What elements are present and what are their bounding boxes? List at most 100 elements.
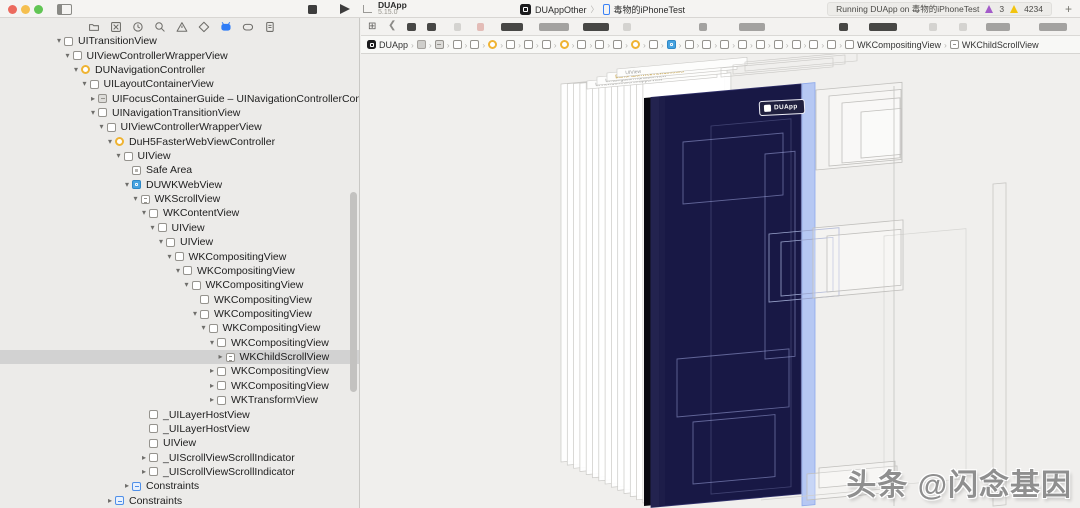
jump-bar-item[interactable]: WKCompositingView xyxy=(845,40,941,50)
tree-row[interactable]: ▸ Constraints xyxy=(0,494,359,508)
back-chevron-icon[interactable]: ❮ xyxy=(388,20,396,31)
jump-bar-item[interactable] xyxy=(577,40,587,49)
disclosure-chevron[interactable]: ▸ xyxy=(216,350,226,364)
disclosure-chevron[interactable]: ▸ xyxy=(105,494,115,508)
disclosure-chevron[interactable]: ▸ xyxy=(207,379,217,393)
tree-row[interactable]: ▾ WKCompositingView xyxy=(0,336,359,350)
disclosure-chevron[interactable]: ▾ xyxy=(80,77,90,91)
tree-row[interactable]: ▾ WKScrollView xyxy=(0,192,359,206)
close-window-button[interactable] xyxy=(8,4,17,14)
tree-row[interactable]: ▾ UIView xyxy=(0,221,359,235)
jump-bar-item[interactable] xyxy=(470,40,480,49)
debug-toolbar-button[interactable] xyxy=(1039,23,1067,31)
jump-bar-item[interactable]: WKChildScrollView xyxy=(949,40,1039,50)
jump-bar-item[interactable] xyxy=(755,40,765,49)
jump-bar-item[interactable] xyxy=(630,40,640,49)
tests-navigator-icon[interactable] xyxy=(198,20,210,33)
tree-row[interactable]: ▾ WKCompositingView xyxy=(0,307,359,321)
tree-row[interactable]: ▾ DuH5FasterWebViewController xyxy=(0,135,359,149)
debug-toolbar-button[interactable] xyxy=(539,23,569,31)
debug-toolbar-button[interactable] xyxy=(869,23,897,31)
disclosure-chevron[interactable]: ▾ xyxy=(182,278,192,292)
activity-viewer[interactable]: Running DUApp on 毒物的iPhoneTest 3 4234 xyxy=(827,2,1052,16)
jump-bar-item[interactable] xyxy=(791,40,801,49)
run-destination-selector[interactable]: DUAppOther 〉 毒物的iPhoneTest xyxy=(520,3,685,16)
disclosure-chevron[interactable]: ▾ xyxy=(165,250,175,264)
tree-row[interactable]: ▸ UIFocusContainerGuide – UINavigationCon… xyxy=(0,91,359,105)
debug-toolbar-button[interactable] xyxy=(929,23,937,31)
disclosure-chevron[interactable]: ▾ xyxy=(122,178,132,192)
jump-bar-item[interactable] xyxy=(702,40,712,49)
project-navigator-icon[interactable] xyxy=(88,20,100,32)
tree-row[interactable]: ▸ WKChildScrollView xyxy=(0,349,359,365)
disclosure-chevron[interactable]: ▾ xyxy=(97,120,107,134)
jump-bar-item[interactable] xyxy=(613,40,623,49)
debug-toolbar-button[interactable] xyxy=(477,23,484,31)
disclosure-chevron[interactable]: ▾ xyxy=(139,206,149,220)
grid-view-icon[interactable]: ⊞ xyxy=(368,21,376,33)
jump-bar-item[interactable] xyxy=(434,40,444,49)
disclosure-chevron[interactable]: ▸ xyxy=(122,479,132,493)
tree-row[interactable]: ▾ UIViewControllerWrapperView xyxy=(0,120,359,134)
changes-navigator-icon[interactable] xyxy=(110,20,122,32)
tree-row[interactable]: Safe Area xyxy=(0,163,359,177)
tree-row[interactable]: ▸ WKCompositingView xyxy=(0,364,359,378)
issues-navigator-icon[interactable] xyxy=(176,20,188,32)
tree-row[interactable]: ▾ DUNavigationController xyxy=(0,63,359,77)
jump-bar-item[interactable]: DUApp xyxy=(367,40,408,50)
scheme-selector[interactable]: DUApp 5.15.0 xyxy=(378,1,407,17)
disclosure-chevron[interactable]: ▾ xyxy=(156,235,166,249)
add-button[interactable]: + xyxy=(1065,2,1072,16)
symbols-navigator-icon[interactable] xyxy=(132,20,144,32)
debug-navigator-icon[interactable] xyxy=(220,20,232,32)
tree-row[interactable]: ▸ _UIScrollViewScrollIndicator xyxy=(0,450,359,464)
debug-toolbar-button[interactable] xyxy=(427,23,436,31)
tree-row[interactable]: _UILayerHostView xyxy=(0,407,359,421)
tree-row[interactable]: WKCompositingView xyxy=(0,292,359,306)
run-button[interactable] xyxy=(340,3,350,14)
jump-bar-item[interactable] xyxy=(809,40,819,49)
disclosure-chevron[interactable]: ▾ xyxy=(173,264,183,278)
tree-row[interactable]: ▾ UIViewControllerWrapperView xyxy=(0,48,359,62)
debug-toolbar-button[interactable] xyxy=(959,23,967,31)
jump-bar-item[interactable] xyxy=(416,40,426,49)
debug-toolbar-button[interactable] xyxy=(699,23,707,31)
tree-row[interactable]: ▸ Constraints xyxy=(0,479,359,493)
disclosure-chevron[interactable]: ▾ xyxy=(190,307,200,321)
tree-row[interactable]: ▾ UILayoutContainerView xyxy=(0,77,359,91)
breakpoints-navigator-icon[interactable] xyxy=(242,20,254,32)
tree-row[interactable]: ▾ UITransitionView xyxy=(0,34,359,48)
disclosure-chevron[interactable]: ▾ xyxy=(207,336,217,350)
tree-row[interactable]: ▾ WKCompositingView xyxy=(0,264,359,278)
disclosure-chevron[interactable]: ▾ xyxy=(199,321,209,335)
3d-hierarchy-canvas[interactable]: UIViewControllerWrapperViewUINavigationT… xyxy=(361,54,1080,508)
disclosure-chevron[interactable]: ▾ xyxy=(71,63,81,77)
tree-row[interactable]: ▾ WKContentView xyxy=(0,206,359,220)
tree-row[interactable]: ▾ UINavigationTransitionView xyxy=(0,106,359,120)
debug-toolbar-button[interactable] xyxy=(623,23,631,31)
jump-bar-item[interactable] xyxy=(684,40,694,49)
tree-row[interactable]: UIView xyxy=(0,436,359,450)
disclosure-chevron[interactable]: ▸ xyxy=(88,92,98,106)
debug-toolbar-button[interactable] xyxy=(986,23,1010,31)
jump-bar-item[interactable] xyxy=(559,40,569,49)
reports-navigator-icon[interactable] xyxy=(264,20,276,32)
tree-row[interactable]: ▾ WKCompositingView xyxy=(0,321,359,335)
disclosure-chevron[interactable]: ▸ xyxy=(207,364,217,378)
tree-row[interactable]: ▾ DUWKWebView xyxy=(0,178,359,192)
debug-toolbar-button[interactable] xyxy=(454,23,461,31)
jump-bar-item[interactable] xyxy=(541,40,551,49)
tree-row[interactable]: ▸ _UIScrollViewScrollIndicator xyxy=(0,465,359,479)
disclosure-chevron[interactable]: ▾ xyxy=(63,49,73,63)
jump-bar-item[interactable] xyxy=(452,40,462,49)
tree-row[interactable]: ▾ WKCompositingView xyxy=(0,278,359,292)
jump-bar-item[interactable] xyxy=(738,40,748,49)
debug-toolbar-button[interactable] xyxy=(583,23,609,31)
debug-toolbar-button[interactable] xyxy=(739,23,765,31)
tree-scrollbar[interactable] xyxy=(350,192,357,392)
tree-row[interactable]: ▸ WKTransformView xyxy=(0,393,359,407)
disclosure-chevron[interactable]: ▸ xyxy=(207,393,217,407)
tree-row[interactable]: ▾ UIView xyxy=(0,149,359,163)
jump-bar-item[interactable] xyxy=(773,40,783,49)
tree-row[interactable]: ▾ UIView xyxy=(0,235,359,249)
